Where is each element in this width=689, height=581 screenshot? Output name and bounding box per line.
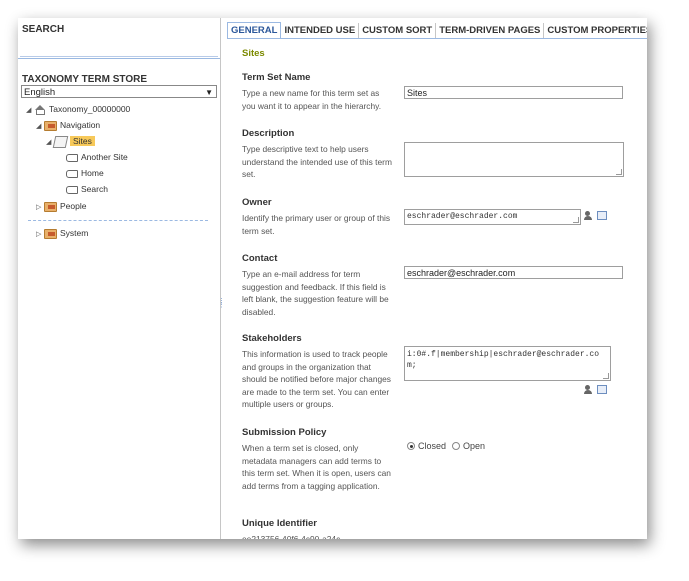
tab-intended-use[interactable]: INTENDED USE (281, 23, 360, 38)
term-store-title: TAXONOMY TERM STORE (22, 74, 148, 85)
tab-general[interactable]: GENERAL (227, 22, 282, 38)
chevron-down-icon: ▼ (205, 88, 213, 97)
collapsed-arrow-icon[interactable]: ▷ (36, 201, 44, 215)
collapsed-arrow-icon[interactable]: ▷ (36, 228, 44, 242)
divider (227, 38, 647, 39)
description-title: Description (242, 128, 295, 139)
stakeholders-input[interactable]: i:0#.f|membership|eschrader@eschrader.co… (404, 346, 611, 381)
divider (28, 220, 208, 221)
stakeholders-title: Stakeholders (242, 333, 302, 344)
address-book-icon[interactable] (597, 385, 607, 394)
folder-icon (44, 201, 57, 212)
tree-node-label: Navigation (60, 120, 101, 130)
house-icon (34, 104, 46, 115)
tree-node-label: Search (81, 184, 108, 194)
owner-input[interactable]: eschrader@eschrader.com (404, 209, 581, 225)
tree-node-navigation[interactable]: ◢ Navigation (36, 118, 100, 132)
term-set-name-input[interactable]: Sites (404, 86, 623, 99)
folder-icon (44, 228, 57, 239)
owner-title: Owner (242, 197, 272, 208)
address-book-icon[interactable] (597, 211, 607, 220)
tree-node-home[interactable]: Home (66, 166, 104, 180)
check-names-icon[interactable] (584, 211, 593, 220)
divider (18, 58, 220, 59)
language-value: English (24, 87, 56, 98)
expanded-arrow-icon[interactable]: ◢ (26, 104, 34, 118)
tree-node-label: System (60, 228, 89, 238)
radio-unselected-icon[interactable] (452, 442, 460, 450)
left-pane: SEARCH TAXONOMY TERM STORE English ▼ ◢ Ta… (18, 18, 221, 539)
closed-label: Closed (418, 441, 447, 451)
resize-grip-icon[interactable] (603, 373, 609, 379)
unique-identifier-value: ee213756-40f6-4c90-a24c (242, 534, 341, 539)
closed-radio[interactable]: Closed (407, 441, 446, 451)
search-title: SEARCH (22, 24, 65, 35)
tree-node-system[interactable]: ▷ System (36, 226, 88, 240)
tree-node-root[interactable]: ◢ Taxonomy_00000000 (26, 102, 130, 116)
tag-icon (66, 169, 78, 178)
tab-bar: GENERAL INTENDED USE CUSTOM SORT TERM-DRIVE… (227, 22, 647, 38)
search-input[interactable] (20, 40, 218, 57)
pane-resize-handle[interactable]: ⋮ ⋮ (218, 298, 225, 309)
owner-value: eschrader@eschrader.com (407, 212, 518, 221)
contact-title: Contact (242, 253, 278, 264)
description-desc: Type descriptive text to help users unde… (242, 144, 392, 179)
term-set-icon (52, 135, 69, 148)
stakeholders-value: i:0#.f|membership|eschrader@eschrader.co… (407, 350, 600, 370)
unique-identifier-title: Unique Identifier (242, 518, 317, 529)
term-store-window: SEARCH TAXONOMY TERM STORE English ▼ ◢ Ta… (18, 18, 647, 539)
contact-desc: Type an e-mail address for term suggesti… (242, 269, 389, 317)
owner-desc: Identify the primary user or group of th… (242, 213, 391, 236)
tree-node-sites[interactable]: ◢ Sites (46, 134, 95, 148)
tab-custom-properties[interactable]: CUSTOM PROPERTIES (544, 23, 647, 38)
term-set-name-desc: Type a new name for this term set as you… (242, 88, 382, 111)
tab-term-driven-pages[interactable]: TERM-DRIVEN PAGES (436, 23, 545, 38)
tree-node-people[interactable]: ▷ People (36, 199, 86, 213)
resize-grip-icon[interactable] (573, 217, 579, 223)
open-label: Open (463, 441, 486, 451)
tag-icon (66, 185, 78, 194)
resize-grip-icon[interactable] (616, 169, 622, 175)
language-select[interactable]: English ▼ (21, 85, 217, 98)
folder-icon (44, 120, 57, 131)
check-names-icon[interactable] (584, 385, 593, 394)
tree-node-search[interactable]: Search (66, 182, 108, 196)
stakeholders-desc: This information is used to track people… (242, 349, 391, 409)
tab-custom-sort[interactable]: CUSTOM SORT (359, 23, 437, 38)
tree-node-label: Another Site (81, 152, 128, 162)
tag-icon (66, 153, 78, 162)
radio-selected-icon[interactable] (407, 442, 415, 450)
term-set-name-title: Term Set Name (242, 72, 311, 83)
tree-node-label-selected: Sites (70, 136, 95, 146)
tree-node-label: People (60, 201, 87, 211)
page-title: Sites (242, 48, 265, 59)
submission-policy-title: Submission Policy (242, 427, 327, 438)
contact-input[interactable]: eschrader@eschrader.com (404, 266, 623, 279)
tree-node-label: Taxonomy_00000000 (49, 104, 131, 114)
expanded-arrow-icon[interactable]: ◢ (36, 120, 44, 134)
description-textarea[interactable] (404, 142, 624, 177)
open-radio[interactable]: Open (452, 441, 485, 451)
tree-node-another-site[interactable]: Another Site (66, 150, 128, 164)
submission-policy-desc: When a term set is closed, only metadata… (242, 443, 391, 491)
tree-node-label: Home (81, 168, 104, 178)
